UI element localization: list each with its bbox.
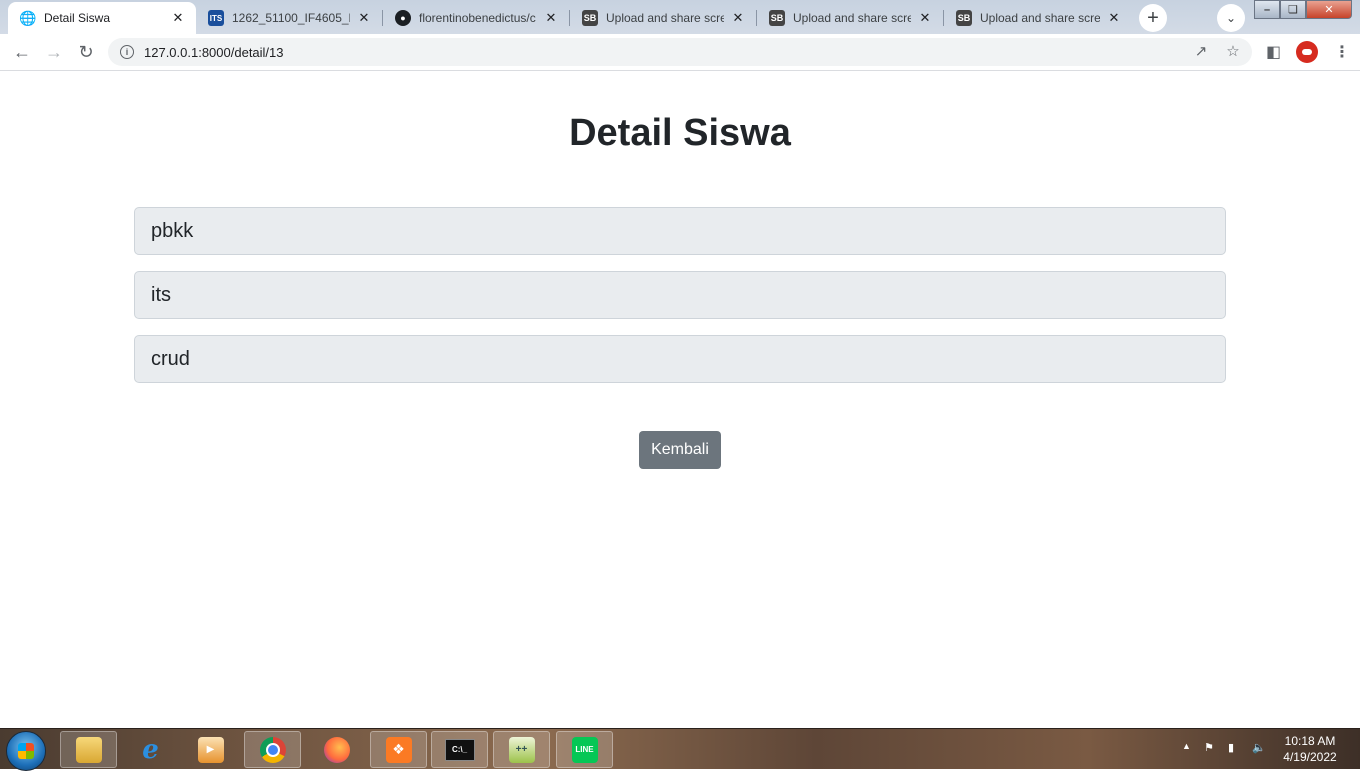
detail-field: pbkk bbox=[134, 207, 1226, 255]
sb-icon: SB bbox=[769, 10, 785, 26]
globe-icon: 🌐 bbox=[19, 9, 37, 26]
reload-icon[interactable]: ↻ bbox=[74, 40, 98, 64]
tab-title: Upload and share scree bbox=[980, 11, 1100, 25]
tab-its[interactable]: ITS 1262_51100_IF4605_Pe ✕ bbox=[196, 2, 382, 34]
chevron-down-icon: ⌄ bbox=[1225, 11, 1237, 25]
taskbar-internet-explorer[interactable]: e bbox=[122, 731, 179, 768]
back-icon[interactable]: ← bbox=[10, 40, 34, 64]
close-icon[interactable]: ✕ bbox=[543, 10, 559, 26]
close-icon[interactable]: ✕ bbox=[1106, 10, 1122, 26]
close-icon[interactable]: ✕ bbox=[356, 10, 372, 26]
line-icon: LINE bbox=[571, 736, 598, 763]
tab-search-button[interactable]: ⌄ bbox=[1217, 4, 1245, 32]
show-hidden-icons[interactable]: ▲ bbox=[1182, 741, 1191, 751]
new-tab-button[interactable]: + bbox=[1139, 4, 1167, 32]
taskbar-chrome[interactable] bbox=[244, 731, 301, 768]
tab-github[interactable]: ● florentinobenedictus/c ✕ bbox=[383, 2, 569, 34]
taskbar-notepad-plus-plus[interactable]: ++ bbox=[493, 731, 550, 768]
profile-avatar[interactable] bbox=[1296, 41, 1318, 63]
tab-title: Upload and share scree bbox=[606, 11, 724, 25]
action-center-icon[interactable]: ⚑ bbox=[1204, 741, 1214, 754]
maximize-button[interactable]: ❏ bbox=[1280, 0, 1306, 19]
close-icon[interactable]: ✕ bbox=[730, 10, 746, 26]
internet-explorer-icon: e bbox=[142, 734, 159, 765]
windows-logo-icon bbox=[18, 743, 34, 759]
forward-icon[interactable]: → bbox=[42, 40, 66, 64]
tab-title: Upload and share scree bbox=[793, 11, 911, 25]
tab-title: Detail Siswa bbox=[44, 11, 111, 25]
address-bar[interactable]: i 127.0.0.1:8000/detail/13 ↗ ☆ bbox=[108, 38, 1252, 66]
sb-icon: SB bbox=[582, 10, 598, 26]
tab-upload-2[interactable]: SB Upload and share scree ✕ bbox=[757, 2, 943, 34]
url-text: 127.0.0.1:8000/detail/13 bbox=[144, 44, 284, 60]
notepad-plus-plus-icon: ++ bbox=[508, 736, 535, 763]
side-panel-icon[interactable]: ◧ bbox=[1266, 42, 1281, 62]
command-prompt-icon: C:\_ bbox=[444, 738, 475, 761]
taskbar-firefox[interactable] bbox=[308, 731, 365, 768]
clock-time: 10:18 AM bbox=[1284, 734, 1336, 748]
close-icon[interactable]: ✕ bbox=[170, 10, 186, 26]
back-button[interactable]: Kembali bbox=[639, 431, 721, 469]
detail-field: its bbox=[134, 271, 1226, 319]
media-player-icon: ▶ bbox=[197, 736, 224, 763]
taskbar-media-player[interactable]: ▶ bbox=[182, 731, 239, 768]
tab-title: florentinobenedictus/c bbox=[419, 11, 536, 25]
taskbar-xampp[interactable]: ❖ bbox=[370, 731, 427, 768]
share-icon[interactable]: ↗ bbox=[1192, 43, 1210, 61]
its-icon: ITS bbox=[208, 10, 224, 26]
windows-taskbar: e ▶ ❖ C:\_ ++ LINE ▲ ⚑ ▮ 🔈 bbox=[0, 728, 1360, 771]
start-button[interactable] bbox=[6, 731, 46, 771]
browser-toolbar: ← → ↻ i 127.0.0.1:8000/detail/13 ↗ ☆ ◧ ⋮ bbox=[0, 34, 1360, 71]
chrome-icon bbox=[259, 736, 286, 763]
bookmark-star-icon[interactable]: ☆ bbox=[1224, 43, 1242, 61]
system-clock[interactable]: 10:18 AM 4/19/2022 bbox=[1275, 733, 1345, 765]
tab-upload-3[interactable]: SB Upload and share scree ✕ bbox=[944, 2, 1132, 34]
tab-upload-1[interactable]: SB Upload and share scree ✕ bbox=[570, 2, 756, 34]
page-title: Detail Siswa bbox=[569, 112, 791, 154]
info-icon[interactable]: i bbox=[120, 45, 134, 59]
xampp-icon: ❖ bbox=[385, 736, 412, 763]
tab-title: 1262_51100_IF4605_Pe bbox=[232, 11, 350, 25]
taskbar-command-prompt[interactable]: C:\_ bbox=[431, 731, 488, 768]
window-controls: – ❏ ✕ bbox=[1254, 0, 1352, 19]
detail-field: crud bbox=[134, 335, 1226, 383]
close-icon[interactable]: ✕ bbox=[917, 10, 933, 26]
taskbar-file-explorer[interactable] bbox=[60, 731, 117, 768]
firefox-icon bbox=[323, 736, 350, 763]
tab-detail-siswa[interactable]: 🌐 Detail Siswa ✕ bbox=[8, 2, 196, 34]
clock-date: 4/19/2022 bbox=[1283, 750, 1337, 764]
menu-icon[interactable]: ⋮ bbox=[1334, 42, 1350, 62]
taskbar-line[interactable]: LINE bbox=[556, 731, 613, 768]
minimize-button[interactable]: – bbox=[1254, 0, 1280, 19]
file-explorer-icon bbox=[75, 736, 102, 763]
close-window-button[interactable]: ✕ bbox=[1306, 0, 1352, 19]
github-icon: ● bbox=[395, 10, 411, 26]
tab-strip: 🌐 Detail Siswa ✕ ITS 1262_51100_IF4605_P… bbox=[0, 0, 1360, 34]
sb-icon: SB bbox=[956, 10, 972, 26]
network-icon[interactable]: ▮ bbox=[1228, 741, 1234, 754]
volume-icon[interactable]: 🔈 bbox=[1252, 741, 1266, 754]
